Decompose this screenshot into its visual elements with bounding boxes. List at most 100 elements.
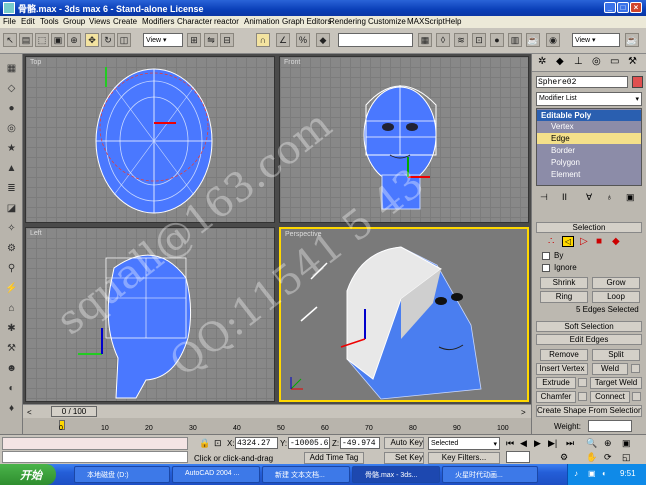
select-name-icon[interactable]: ▤ (19, 33, 33, 47)
set-key-button[interactable]: Set Key (384, 452, 424, 464)
weight-spinner[interactable] (588, 420, 632, 432)
reactor-icon[interactable]: ♦ (4, 402, 19, 415)
time-back-icon[interactable]: < (27, 408, 32, 417)
tray-ime-icon[interactable]: ◐ (602, 469, 607, 478)
time-slider-thumb[interactable]: 0 / 100 (51, 406, 97, 417)
mirror-icon[interactable]: ⇋ (204, 33, 218, 47)
polygon-mode-icon[interactable]: ■ (596, 236, 602, 247)
taskbar-item-notepad[interactable]: 新建 文本文档... (262, 466, 350, 483)
reference-coord-dropdown[interactable]: View ▾ (143, 33, 183, 47)
rotate-icon[interactable]: ↻ (101, 33, 115, 47)
absolute-mode-icon[interactable]: ⊡ (214, 438, 222, 449)
minimize-icon[interactable]: _ (604, 2, 616, 13)
sphere-icon[interactable]: ● (4, 102, 19, 115)
hierarchy-tab-icon[interactable]: ⊥ (574, 56, 583, 67)
x-coordinate-field[interactable]: 4324.27 (235, 437, 278, 449)
make-unique-icon[interactable]: ∀ (586, 192, 592, 203)
create-shape-button[interactable]: Create Shape From Selection (536, 405, 642, 417)
tray-volume-icon[interactable]: ♪ (574, 469, 578, 478)
target-weld-button[interactable]: Target Weld (590, 377, 642, 389)
show-end-result-icon[interactable]: II (562, 192, 567, 202)
camera-icon[interactable]: ◪ (4, 202, 19, 215)
by-vertex-checkbox[interactable] (542, 252, 550, 260)
maxscript-listener[interactable] (2, 437, 188, 450)
system-icon[interactable]: ⌂ (4, 302, 19, 315)
biped-icon[interactable]: ☻ (4, 362, 19, 375)
motion-tab-icon[interactable]: ◎ (592, 56, 601, 67)
time-slider[interactable]: 0 / 100 < > (23, 404, 531, 418)
box-icon[interactable]: ▦ (4, 62, 19, 75)
window-crossing-icon[interactable]: ▣ (51, 33, 65, 47)
stack-icon[interactable]: ≣ (4, 182, 19, 195)
pivot-icon[interactable]: ⊞ (187, 33, 201, 47)
go-to-end-icon[interactable]: ⏭ (566, 438, 574, 449)
shrink-button[interactable]: Shrink (540, 277, 588, 289)
close-icon[interactable]: × (630, 2, 642, 13)
track-bar[interactable]: 0 10 20 30 40 50 60 70 80 90 100 (23, 418, 531, 434)
current-frame-field[interactable] (506, 451, 530, 463)
scale-icon[interactable]: ◫ (117, 33, 131, 47)
split-button[interactable]: Split (592, 349, 640, 361)
utilities-tab-icon[interactable]: ⚒ (628, 56, 637, 67)
helper-icon[interactable]: ⚲ (4, 262, 19, 275)
shape-icon[interactable]: ◇ (4, 82, 19, 95)
modifier-list-dropdown[interactable]: Modifier List ▾ (536, 92, 642, 106)
border-mode-icon[interactable]: ▷ (580, 236, 588, 247)
start-button[interactable]: 开始 (0, 464, 56, 485)
next-frame-icon[interactable]: ▶| (548, 438, 557, 449)
snap-icon[interactable]: ∩ (256, 33, 270, 47)
auto-key-button[interactable]: Auto Key (384, 437, 424, 449)
stack-item-element[interactable]: Element (551, 170, 580, 179)
menu-tools[interactable]: Tools (40, 17, 59, 26)
select-region-icon[interactable]: ⬚ (35, 33, 49, 47)
menu-modifiers[interactable]: Modifiers (142, 17, 174, 26)
gear-icon[interactable]: ⚙ (4, 242, 19, 255)
angle-snap-icon[interactable]: ∠ (276, 33, 290, 47)
stack-item-editable-poly[interactable]: Editable Poly (537, 110, 641, 121)
zoom-icon[interactable]: 🔍 (586, 438, 597, 449)
select-link-icon[interactable]: ⊕ (67, 33, 81, 47)
loop-button[interactable]: Loop (592, 291, 640, 303)
configure-sets-icon[interactable]: ▣ (626, 192, 635, 203)
taskbar-item-drive[interactable]: 本地磁盘 (D:) (74, 466, 170, 483)
cone-icon[interactable]: ▲ (4, 162, 19, 175)
chamfer-button[interactable]: Chamfer (536, 391, 576, 403)
weld-button[interactable]: Weld (592, 363, 628, 375)
menu-customize[interactable]: Customize (368, 17, 406, 26)
connect-button[interactable]: Connect (590, 391, 630, 403)
menu-create[interactable]: Create (113, 17, 137, 26)
menu-graph-editors[interactable]: Graph Editors (282, 17, 331, 26)
ring-button[interactable]: Ring (540, 291, 588, 303)
menu-rendering[interactable]: Rendering (329, 17, 366, 26)
light-icon[interactable]: ✧ (4, 222, 19, 235)
tray-network-icon[interactable]: ▣ (588, 469, 596, 478)
menu-help[interactable]: Help (445, 17, 461, 26)
bone-icon[interactable]: ⚒ (4, 342, 19, 355)
spinner-snap-icon[interactable]: ◆ (316, 33, 330, 47)
material-editor-icon[interactable]: ● (490, 33, 504, 47)
menu-file[interactable]: File (3, 17, 16, 26)
menu-reactor[interactable]: reactor (214, 17, 239, 26)
key-mode-dropdown[interactable]: Selected ▾ (428, 437, 500, 450)
object-name-field[interactable]: Sphere02 (536, 76, 628, 88)
menu-group[interactable]: Group (63, 17, 85, 26)
menu-character[interactable]: Character (177, 17, 212, 26)
stack-item-vertex[interactable]: Vertex (551, 122, 574, 131)
taskbar-item-autocad[interactable]: AutoCAD 2004 ... (172, 466, 260, 483)
stack-item-border[interactable]: Border (551, 146, 575, 155)
zoom-extents-icon[interactable]: ▣ (622, 438, 631, 449)
arc-rotate-icon[interactable]: ⟳ (604, 452, 612, 463)
extrude-button[interactable]: Extrude (536, 377, 576, 389)
chamfer-settings-icon[interactable] (578, 392, 587, 401)
key-filters-button[interactable]: Key Filters... (428, 452, 500, 464)
maximize-icon[interactable]: □ (617, 2, 629, 13)
render-view-dropdown[interactable]: View ▾ (572, 33, 620, 47)
z-coordinate-field[interactable]: -49.974 (340, 437, 380, 449)
menu-edit[interactable]: Edit (21, 17, 35, 26)
percent-snap-icon[interactable]: % (296, 33, 310, 47)
weld-settings-icon[interactable] (631, 364, 640, 373)
menu-views[interactable]: Views (89, 17, 110, 26)
taskbar-item-3dsmax[interactable]: 骨骼.max - 3ds... (352, 466, 440, 483)
connect-settings-icon[interactable] (632, 392, 641, 401)
render-icon[interactable]: ☕ (625, 33, 639, 47)
